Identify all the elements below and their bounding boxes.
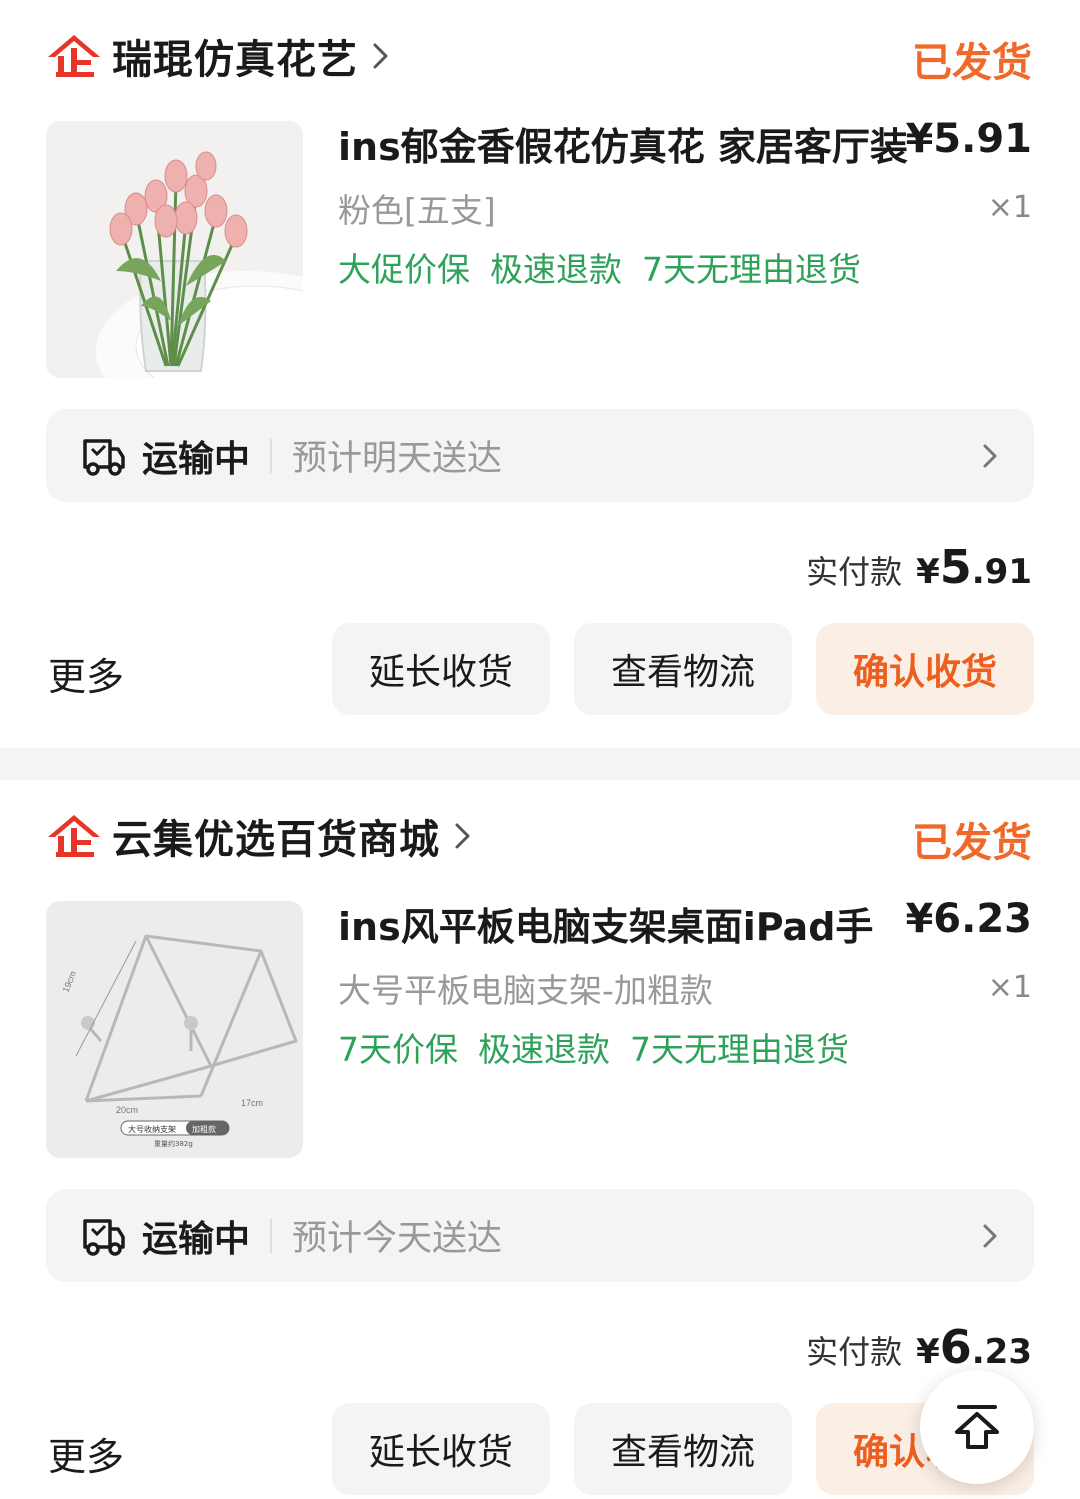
confirm-receipt-button[interactable]: 确认收货 <box>816 623 1034 715</box>
thumbnail-weight: 重量约382g <box>154 1139 193 1148</box>
shop-header[interactable]: 瑞琨仿真花艺 <box>46 28 392 84</box>
product-price: ¥5.91 <box>905 116 1032 162</box>
extend-receipt-button[interactable]: 延长收货 <box>332 623 550 715</box>
shop-header[interactable]: 云集优选百货商城 <box>46 808 474 864</box>
divider <box>270 438 273 473</box>
paid-amount: 实付款 ¥ 5 .91 <box>806 540 1032 594</box>
shipping-state: 运输中 <box>142 1218 251 1260</box>
currency-symbol: ¥ <box>916 1332 940 1372</box>
paid-integer: 5 <box>939 540 972 594</box>
view-logistics-button[interactable]: 查看物流 <box>574 1403 792 1495</box>
paid-decimal: .23 <box>971 1332 1032 1372</box>
order-card: 云集优选百货商城 已发货 19cm 20cm 17cm 大号收纳支架 加粗款 重… <box>0 780 1080 1499</box>
order-separator <box>0 748 1080 780</box>
product-thumbnail[interactable] <box>46 121 303 378</box>
dimension-label: 17cm <box>241 1098 263 1108</box>
truck-icon <box>83 438 125 476</box>
paid-decimal: .91 <box>971 552 1032 592</box>
service-tag: 极速退款 <box>490 250 622 289</box>
thumbnail-badge: 加粗款 <box>192 1124 216 1134</box>
more-button[interactable]: 更多 <box>48 646 124 701</box>
order-status: 已发货 <box>912 820 1032 866</box>
service-tag: 7天无理由退货 <box>630 1030 849 1069</box>
chevron-right-icon <box>983 1224 997 1247</box>
view-logistics-button[interactable]: 查看物流 <box>574 623 792 715</box>
product-thumbnail[interactable]: 19cm 20cm 17cm 大号收纳支架 加粗款 重量约382g <box>46 901 303 1158</box>
thumbnail-badge: 大号收纳支架 <box>128 1124 176 1134</box>
currency-symbol: ¥ <box>916 552 940 592</box>
service-tags: 7天价保 极速退款 7天无理由退货 <box>338 1023 869 1071</box>
shipping-state: 运输中 <box>142 438 251 480</box>
product-quantity: ×1 <box>987 970 1032 1005</box>
service-tags: 大促价保 极速退款 7天无理由退货 <box>338 243 881 291</box>
enterprise-shop-icon <box>48 815 100 857</box>
shop-name: 云集优选百货商城 <box>112 817 440 863</box>
service-tag: 7天价保 <box>338 1030 458 1069</box>
service-tag: 极速退款 <box>478 1030 610 1069</box>
shipping-status-bar[interactable]: 运输中 预计明天送达 <box>46 409 1034 502</box>
product-quantity: ×1 <box>987 190 1032 225</box>
product-price: ¥6.23 <box>905 896 1032 942</box>
back-to-top-icon <box>955 1405 999 1449</box>
paid-amount: 实付款 ¥ 6 .23 <box>806 1320 1032 1374</box>
service-tag: 7天无理由退货 <box>642 250 861 289</box>
chevron-right-icon <box>373 43 388 69</box>
extend-receipt-button[interactable]: 延长收货 <box>332 1403 550 1495</box>
product-title[interactable]: ins郁金香假花仿真花 家居客厅装 <box>338 116 918 171</box>
shipping-eta: 预计今天送达 <box>292 1219 503 1259</box>
more-button[interactable]: 更多 <box>48 1426 124 1481</box>
back-to-top-button[interactable] <box>920 1370 1034 1484</box>
shipping-status-bar[interactable]: 运输中 预计今天送达 <box>46 1189 1034 1282</box>
paid-integer: 6 <box>939 1320 972 1374</box>
truck-icon <box>83 1218 125 1256</box>
paid-label: 实付款 <box>806 1333 903 1371</box>
divider <box>270 1218 273 1253</box>
order-status: 已发货 <box>912 40 1032 86</box>
dimension-label: 20cm <box>116 1105 138 1115</box>
chevron-right-icon <box>455 823 470 849</box>
order-card: 瑞琨仿真花艺 已发货 ins郁金香假花仿真花 家居客厅装 ¥5.91 粉色[五支… <box>0 0 1080 748</box>
product-spec: 大号平板电脑支架-加粗款 <box>338 971 713 1010</box>
enterprise-shop-icon <box>48 35 100 77</box>
product-spec: 粉色[五支] <box>338 191 496 230</box>
product-title[interactable]: ins风平板电脑支架桌面iPad手 <box>338 896 918 951</box>
chevron-right-icon <box>983 444 997 467</box>
service-tag: 大促价保 <box>338 250 470 289</box>
shipping-eta: 预计明天送达 <box>292 439 503 479</box>
shop-name: 瑞琨仿真花艺 <box>112 37 358 83</box>
paid-label: 实付款 <box>806 553 903 591</box>
